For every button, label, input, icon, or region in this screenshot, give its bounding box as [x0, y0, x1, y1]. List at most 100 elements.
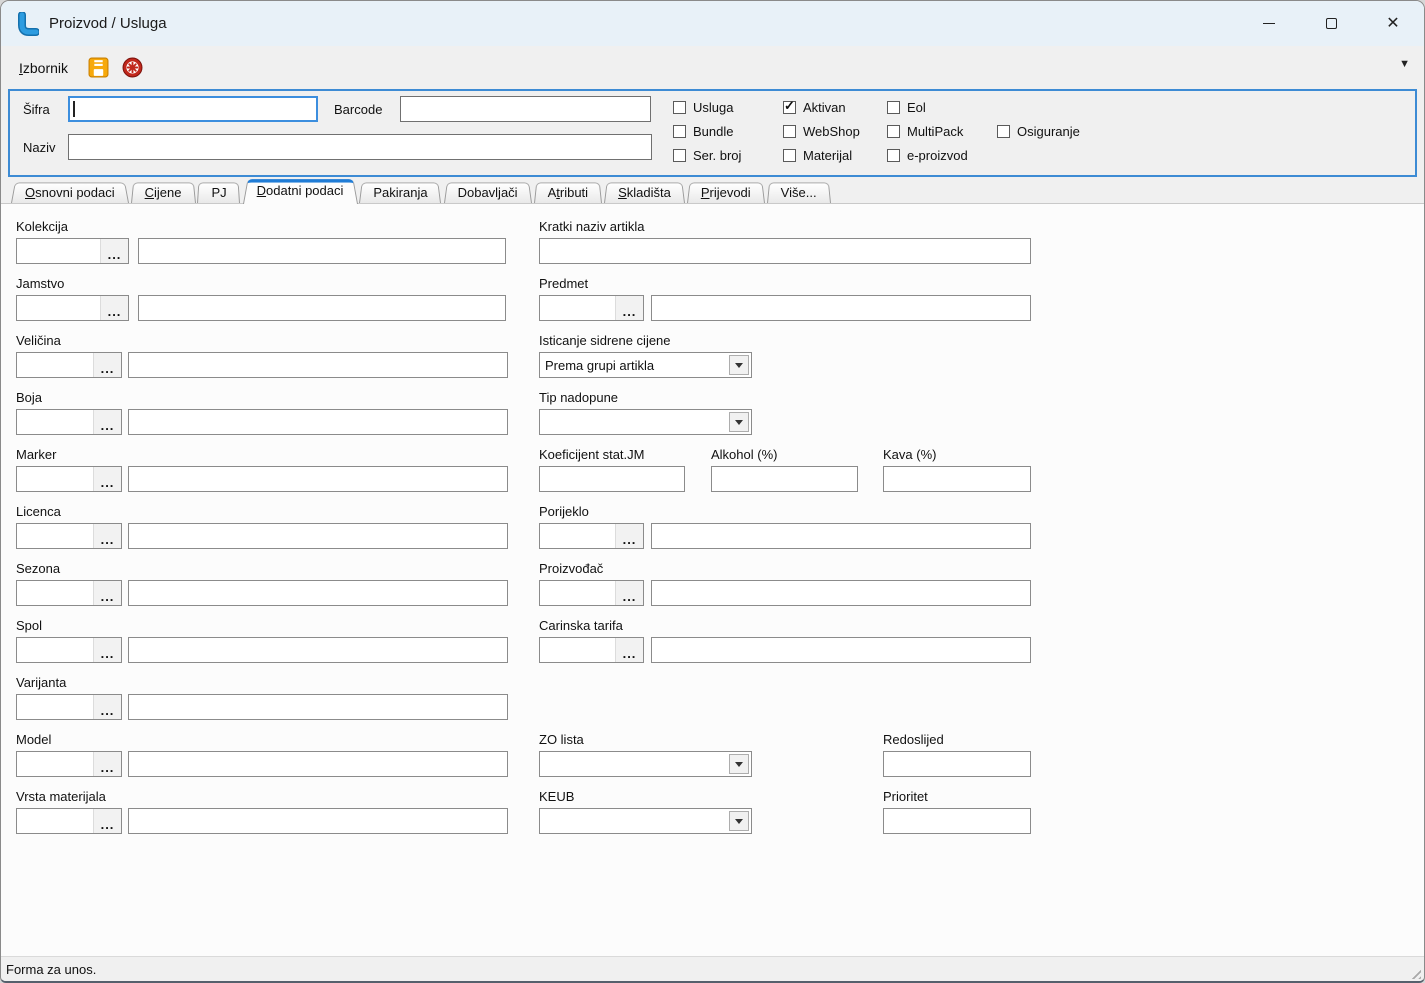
tab-label: Dodatni podaci: [257, 183, 344, 198]
browse-button[interactable]: ...: [93, 524, 121, 548]
toolbar-overflow-icon[interactable]: ▼: [1399, 58, 1410, 70]
text-cursor: [73, 101, 75, 117]
licenca-code-input[interactable]: [17, 524, 93, 548]
checkbox-eol[interactable]: ✓Eol: [887, 100, 926, 115]
browse-button[interactable]: ...: [93, 695, 121, 719]
field-row-kratki-naziv: Kratki naziv artikla: [539, 219, 1031, 264]
sifra-input[interactable]: [68, 96, 318, 122]
tab-dodatni-podaci[interactable]: Dodatni podaci: [243, 177, 358, 204]
browse-button[interactable]: ...: [93, 752, 121, 776]
save-button[interactable]: [84, 54, 112, 82]
tab-pj[interactable]: PJ: [197, 181, 240, 203]
checkbox-e-proizvod[interactable]: ✓e-proizvod: [887, 148, 968, 163]
sezona-code-input[interactable]: [17, 581, 93, 605]
tab-skladista[interactable]: Skladišta: [604, 181, 685, 203]
tab-cijene[interactable]: Cijene: [131, 181, 196, 203]
checkbox-bundle[interactable]: ✓Bundle: [673, 124, 733, 139]
boja-text-input[interactable]: [128, 409, 508, 435]
browse-button[interactable]: ...: [93, 467, 121, 491]
boja-code-input[interactable]: [17, 410, 93, 434]
koeficijent-input[interactable]: [539, 466, 685, 492]
resize-grip[interactable]: [1408, 966, 1421, 979]
spol-code-input[interactable]: [17, 638, 93, 662]
lookup-field: ...: [16, 352, 122, 378]
predmet-code-input[interactable]: [540, 296, 615, 320]
sezona-text-input[interactable]: [128, 580, 508, 606]
browse-button[interactable]: ...: [93, 809, 121, 833]
checkbox-multipack[interactable]: ✓MultiPack: [887, 124, 963, 139]
browse-button[interactable]: ...: [100, 296, 128, 320]
naziv-input[interactable]: [68, 134, 652, 160]
model-text-input[interactable]: [128, 751, 508, 777]
close-button[interactable]: ✕: [1362, 1, 1424, 46]
jamstvo-code-input[interactable]: [17, 296, 100, 320]
checkbox-usluga[interactable]: ✓Usluga: [673, 100, 733, 115]
browse-button[interactable]: ...: [615, 296, 643, 320]
predmet-text-input[interactable]: [651, 295, 1031, 321]
browse-button[interactable]: ...: [615, 581, 643, 605]
jamstvo-text-input[interactable]: [138, 295, 506, 321]
checkbox-aktivan[interactable]: ✓Aktivan: [783, 100, 846, 115]
spol-text-input[interactable]: [128, 637, 508, 663]
minimize-button[interactable]: [1238, 1, 1300, 46]
velicina-code-input[interactable]: [17, 353, 93, 377]
tab-pakiranja[interactable]: Pakiranja: [359, 181, 441, 203]
browse-button[interactable]: ...: [93, 581, 121, 605]
tip-nadopune-dropdown[interactable]: [539, 409, 752, 435]
checkbox-osiguranje[interactable]: ✓Osiguranje: [997, 124, 1080, 139]
browse-button[interactable]: ...: [615, 524, 643, 548]
checkbox-materijal[interactable]: ✓Materijal: [783, 148, 852, 163]
browse-button[interactable]: ...: [615, 638, 643, 662]
redoslijed-input[interactable]: [883, 751, 1031, 777]
kratki-naziv-input[interactable]: [539, 238, 1031, 264]
isticanje-dropdown[interactable]: Prema grupi artikla: [539, 352, 752, 378]
licenca-text-input[interactable]: [128, 523, 508, 549]
carinska-code-input[interactable]: [540, 638, 615, 662]
naziv-label: Naziv: [23, 140, 56, 155]
tab-label: PJ: [211, 185, 226, 200]
checkbox-ser-broj[interactable]: ✓Ser. broj: [673, 148, 741, 163]
varijanta-code-input[interactable]: [17, 695, 93, 719]
porijeklo-code-input[interactable]: [540, 524, 615, 548]
marker-text-input[interactable]: [128, 466, 508, 492]
tab-prijevodi[interactable]: Prijevodi: [687, 181, 765, 203]
alkohol-input[interactable]: [711, 466, 858, 492]
maximize-button[interactable]: [1300, 1, 1362, 46]
browse-button[interactable]: ...: [93, 638, 121, 662]
browse-button[interactable]: ...: [93, 410, 121, 434]
velicina-text-input[interactable]: [128, 352, 508, 378]
zo-lista-dropdown[interactable]: [539, 751, 752, 777]
browse-button[interactable]: ...: [93, 353, 121, 377]
dropdown-value: [540, 809, 727, 833]
prioritet-input[interactable]: [883, 808, 1031, 834]
varijanta-text-input[interactable]: [128, 694, 508, 720]
browse-button[interactable]: ...: [100, 239, 128, 263]
kolekcija-text-input[interactable]: [138, 238, 506, 264]
keub-dropdown[interactable]: [539, 808, 752, 834]
porijeklo-text-input[interactable]: [651, 523, 1031, 549]
checkbox-webshop[interactable]: ✓WebShop: [783, 124, 860, 139]
proizvodac-text-input[interactable]: [651, 580, 1031, 606]
tab-atributi[interactable]: Atributi: [534, 181, 602, 203]
model-code-input[interactable]: [17, 752, 93, 776]
kolekcija-code-input[interactable]: [17, 239, 100, 263]
field-row-alkohol: Alkohol (%): [711, 447, 858, 492]
proizvodac-code-input[interactable]: [540, 581, 615, 605]
tab-dobavljaci[interactable]: Dobavljači: [444, 181, 532, 203]
carinska-text-input[interactable]: [651, 637, 1031, 663]
barcode-input[interactable]: [400, 96, 651, 122]
checkbox-label: MultiPack: [907, 124, 963, 139]
field-label: KEUB: [539, 789, 752, 805]
lookup-field: ...: [16, 637, 122, 663]
marker-code-input[interactable]: [17, 467, 93, 491]
tab-osnovni-podaci[interactable]: Osnovni podaci: [11, 181, 129, 203]
vrsta-materijala-code-input[interactable]: [17, 809, 93, 833]
kava-input[interactable]: [883, 466, 1031, 492]
cancel-button[interactable]: [118, 54, 146, 82]
field-label: Redoslijed: [883, 732, 1031, 748]
tab-vise[interactable]: Više...: [767, 181, 831, 203]
vrsta-materijala-text-input[interactable]: [128, 808, 508, 834]
menu-izbornik[interactable]: Izbornik: [13, 56, 74, 80]
dropdown-value: [540, 410, 727, 434]
lookup-field: ...: [16, 523, 122, 549]
